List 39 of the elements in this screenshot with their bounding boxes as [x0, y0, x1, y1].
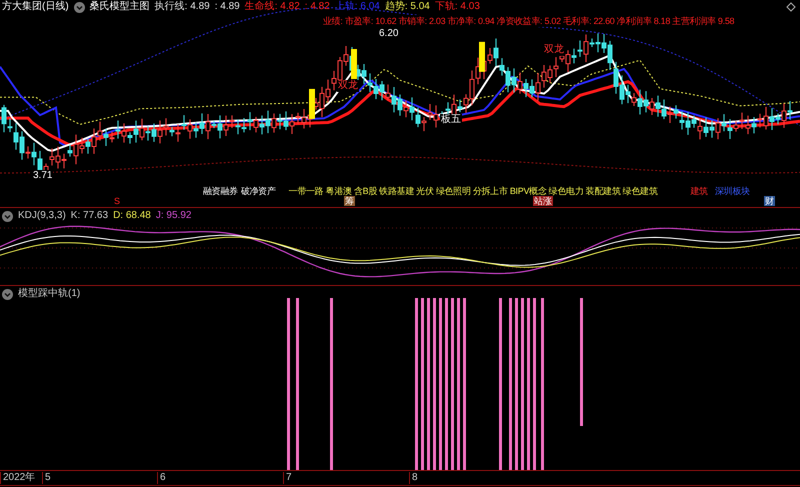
- signal-bar: [351, 49, 357, 80]
- concept-tag: 融资融券: [203, 185, 238, 197]
- indicator-value: 下轨: 4.03: [434, 1, 480, 13]
- dropdown-icon[interactable]: [2, 210, 13, 222]
- price-label: 3.71: [32, 170, 54, 182]
- concept-tag: 破净资产: [240, 185, 276, 197]
- stock-title: 方大集团(日线): [2, 1, 69, 13]
- axis-label: 7: [283, 472, 409, 484]
- indicator-name: 桑氏模型主图: [90, 1, 150, 13]
- price-label: 双龙: [543, 44, 565, 56]
- concept-tag: 深圳板块: [714, 185, 750, 197]
- signal-bar: [479, 42, 485, 72]
- axis-label: 8: [409, 472, 800, 484]
- kdj-d-value: D: 68.48: [113, 210, 151, 222]
- indicator-value: 生命线: 4.82: [244, 1, 300, 13]
- signal-letter: S: [113, 196, 122, 206]
- indicator-value: 执行线: 4.89: [154, 1, 210, 13]
- diamond-icon[interactable]: [786, 2, 796, 12]
- indicator-value: : 4.82: [304, 1, 330, 13]
- kdj-k-value: K: 77.63: [70, 210, 108, 222]
- signal-badge: 站涨: [533, 196, 553, 206]
- signal-badge: 财: [764, 196, 775, 206]
- fundamentals-text: 业绩: 市盈率: 10.62 市销率: 2.03 市净率: 0.94 净资收益率: 5.02 毛利率: 22.60 净利润率 8.18 主营利润率 9.58: [323, 15, 734, 27]
- signal-bar: [309, 88, 315, 119]
- price-label: 双龙: [337, 80, 359, 92]
- price-label: 板五: [440, 114, 462, 126]
- concept-tag: 一带一路 粤港澳 含B股 铁路基建 光伏 绿色照明 分拆上市 BIPV概念 绿色电力 装配建筑 绿色建筑: [288, 185, 658, 197]
- axis-label: 6: [157, 472, 283, 484]
- kdj-name: KDJ(9,3,3): [18, 210, 66, 222]
- dropdown-icon[interactable]: [2, 288, 13, 300]
- axis-label: 5: [42, 472, 157, 484]
- indicator-value: : 4.89: [214, 1, 240, 13]
- kdj-j-value: J: 95.92: [156, 210, 192, 222]
- concept-tag: 建筑: [690, 185, 708, 197]
- panel-title: 模型踩中轨(1): [18, 288, 80, 300]
- signal-badge: 筹: [344, 196, 355, 206]
- axis-label: 2022年: [0, 472, 42, 484]
- dropdown-icon[interactable]: [74, 2, 85, 12]
- indicator-value: 趋势: 5.04: [384, 1, 430, 13]
